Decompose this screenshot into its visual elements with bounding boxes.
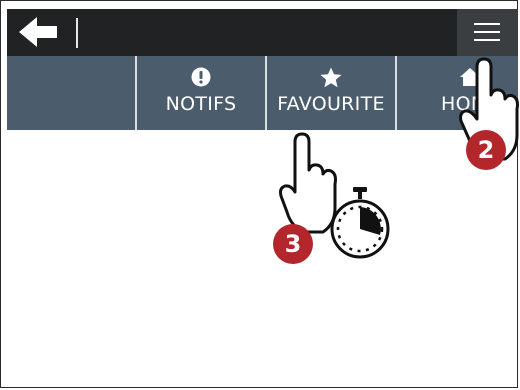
tab-bar: NOTIFS FAVOURITE HOME — [7, 56, 518, 130]
top-app-bar — [7, 9, 518, 56]
step-badge-2: 2 — [466, 130, 506, 170]
toolbar-divider — [76, 18, 78, 48]
step-badge-3: 3 — [273, 224, 313, 264]
exclamation-circle-icon — [191, 67, 211, 87]
tab-empty[interactable] — [7, 56, 135, 130]
hamburger-menu-icon — [474, 23, 500, 41]
tab-favourite[interactable]: FAVOURITE — [267, 56, 395, 130]
arrow-left-icon — [19, 17, 57, 47]
tab-favourite-label: FAVOURITE — [277, 93, 385, 115]
stopwatch-icon — [330, 187, 390, 259]
tab-notifs[interactable]: NOTIFS — [137, 56, 265, 130]
back-button[interactable] — [17, 15, 67, 49]
menu-button[interactable] — [457, 9, 518, 56]
tab-notifs-label: NOTIFS — [165, 93, 237, 115]
star-icon — [320, 67, 342, 88]
